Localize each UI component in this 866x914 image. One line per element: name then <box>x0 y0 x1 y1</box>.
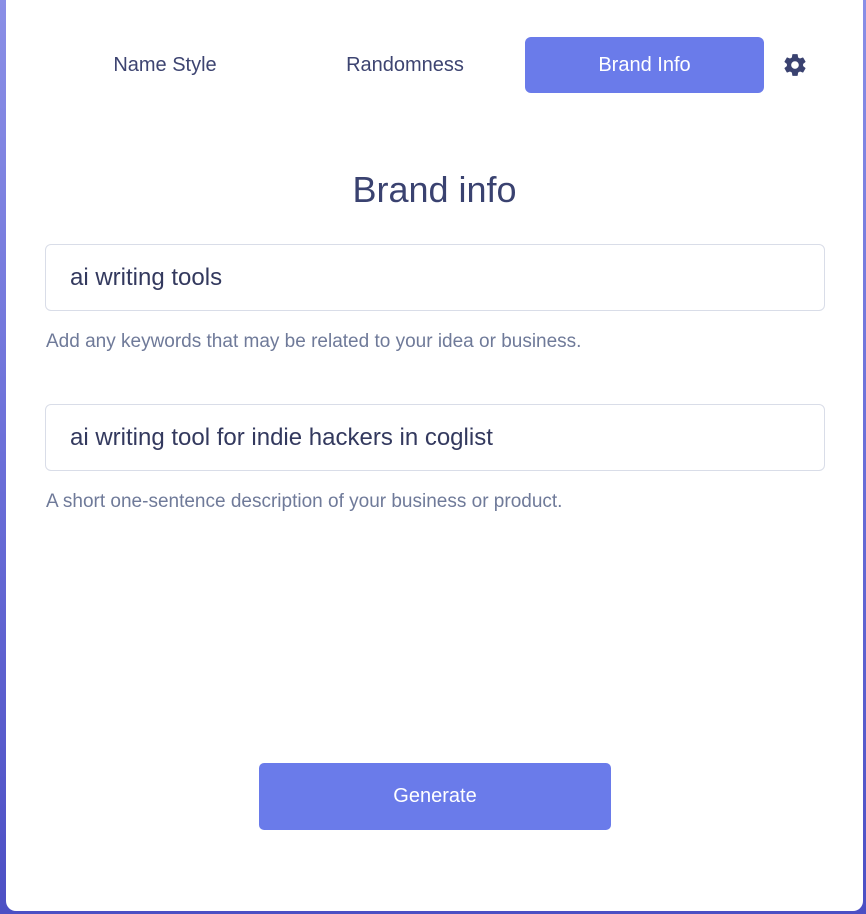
description-hint: A short one-sentence description of your… <box>46 491 563 512</box>
tab-randomness[interactable]: Randomness <box>286 37 524 93</box>
generate-button[interactable]: Generate <box>259 763 611 830</box>
tab-name-style[interactable]: Name Style <box>46 37 284 93</box>
section-title: Brand info <box>352 169 517 210</box>
brand-info-card: Name Style Randomness Brand Info Brand i… <box>6 0 863 911</box>
gear-icon[interactable] <box>782 52 808 78</box>
description-input[interactable] <box>45 404 825 471</box>
keywords-input[interactable] <box>45 244 825 311</box>
tab-bar: Name Style Randomness Brand Info <box>6 37 863 93</box>
keywords-hint: Add any keywords that may be related to … <box>46 331 582 352</box>
tab-brand-info[interactable]: Brand Info <box>525 37 764 93</box>
